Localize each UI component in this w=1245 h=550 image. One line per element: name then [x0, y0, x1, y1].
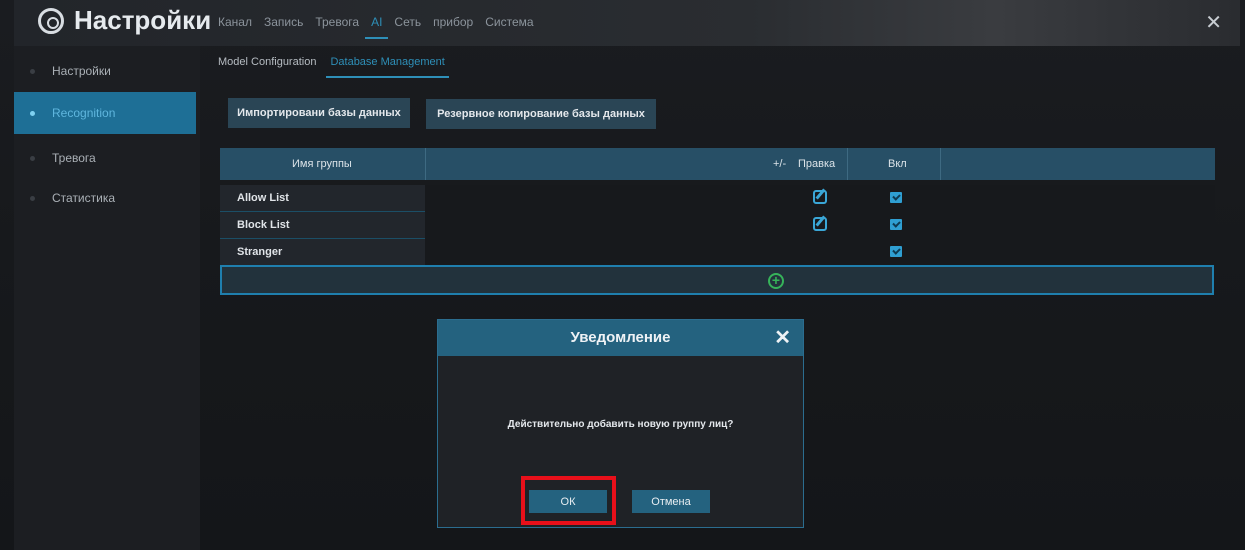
ok-highlight-frame: [521, 476, 616, 525]
dialog-message: Действительно добавить новую группу лиц?: [507, 419, 734, 430]
top-bar: Настройки Канал Запись Тревога AI Сеть п…: [14, 0, 1240, 46]
divider: [425, 148, 426, 180]
top-tabs: Канал Запись Тревога AI Сеть прибор Сист…: [218, 15, 534, 39]
backup-database-button[interactable]: Резервное копирование базы данных: [426, 99, 656, 129]
edit-icon[interactable]: [813, 217, 827, 231]
bullet-icon: [30, 156, 35, 161]
dialog-title: Уведомление: [570, 329, 671, 346]
divider: [940, 148, 941, 180]
enabled-checkbox[interactable]: [890, 246, 902, 257]
tab-network[interactable]: Сеть: [394, 15, 421, 39]
import-database-button[interactable]: Импортировани базы данных: [228, 98, 410, 128]
plus-circle-icon[interactable]: +: [768, 273, 784, 289]
enabled-checkbox[interactable]: [890, 219, 902, 230]
column-add-remove: +/-: [773, 158, 787, 170]
group-name: Block List: [220, 212, 425, 239]
bullet-icon: [30, 111, 35, 116]
page-title: Настройки: [74, 5, 212, 35]
group-name: Allow List: [220, 185, 425, 212]
row-cell: [425, 239, 1215, 266]
sidebar: Настройки Recognition Тревога Статистика: [14, 46, 200, 550]
tab-channel[interactable]: Канал: [218, 15, 252, 39]
sidebar-item-label: Recognition: [52, 106, 116, 120]
tab-model-configuration[interactable]: Model Configuration: [218, 56, 316, 78]
table-row[interactable]: Allow List: [220, 185, 1215, 212]
sidebar-item-label: Тревога: [52, 151, 96, 165]
close-icon[interactable]: ✕: [1205, 10, 1222, 35]
tab-ai[interactable]: AI: [364, 15, 389, 39]
sidebar-item-statistics[interactable]: Статистика: [14, 177, 196, 219]
tab-device[interactable]: прибор: [433, 15, 473, 39]
table-header: Имя группы +/- Правка Вкл: [220, 148, 1215, 180]
sidebar-item-alarm[interactable]: Тревога: [14, 137, 196, 179]
gear-icon: [38, 8, 64, 34]
close-icon[interactable]: ✕: [774, 325, 791, 350]
tab-database-management[interactable]: Database Management: [326, 56, 450, 78]
screen: Настройки Канал Запись Тревога AI Сеть п…: [0, 0, 1245, 550]
sidebar-item-label: Статистика: [52, 191, 116, 205]
tab-system[interactable]: Система: [485, 15, 533, 39]
column-group-name: Имя группы: [292, 158, 352, 170]
sidebar-item-recognition[interactable]: Recognition: [14, 92, 196, 134]
tab-record[interactable]: Запись: [264, 15, 303, 39]
cancel-button[interactable]: Отмена: [632, 490, 710, 513]
sub-tabs: Model Configuration Database Management: [218, 56, 450, 78]
dialog-header: Уведомление ✕: [438, 320, 803, 356]
table-row[interactable]: Stranger: [220, 239, 1215, 266]
enabled-checkbox[interactable]: [890, 192, 902, 203]
bullet-icon: [30, 196, 35, 201]
divider: [847, 148, 848, 180]
bullet-icon: [30, 69, 35, 74]
column-edit: Правка: [798, 158, 836, 170]
notification-dialog: Уведомление ✕ Действительно добавить нов…: [437, 319, 804, 528]
sidebar-item-settings[interactable]: Настройки: [14, 50, 196, 92]
sidebar-item-label: Настройки: [52, 64, 111, 78]
tab-alarm[interactable]: Тревога: [315, 15, 359, 39]
group-name: Stranger: [220, 239, 425, 266]
table-row[interactable]: Block List: [220, 212, 1215, 239]
edit-icon[interactable]: [813, 190, 827, 204]
column-enabled: Вкл: [888, 158, 907, 170]
add-group-row[interactable]: +: [220, 265, 1214, 295]
